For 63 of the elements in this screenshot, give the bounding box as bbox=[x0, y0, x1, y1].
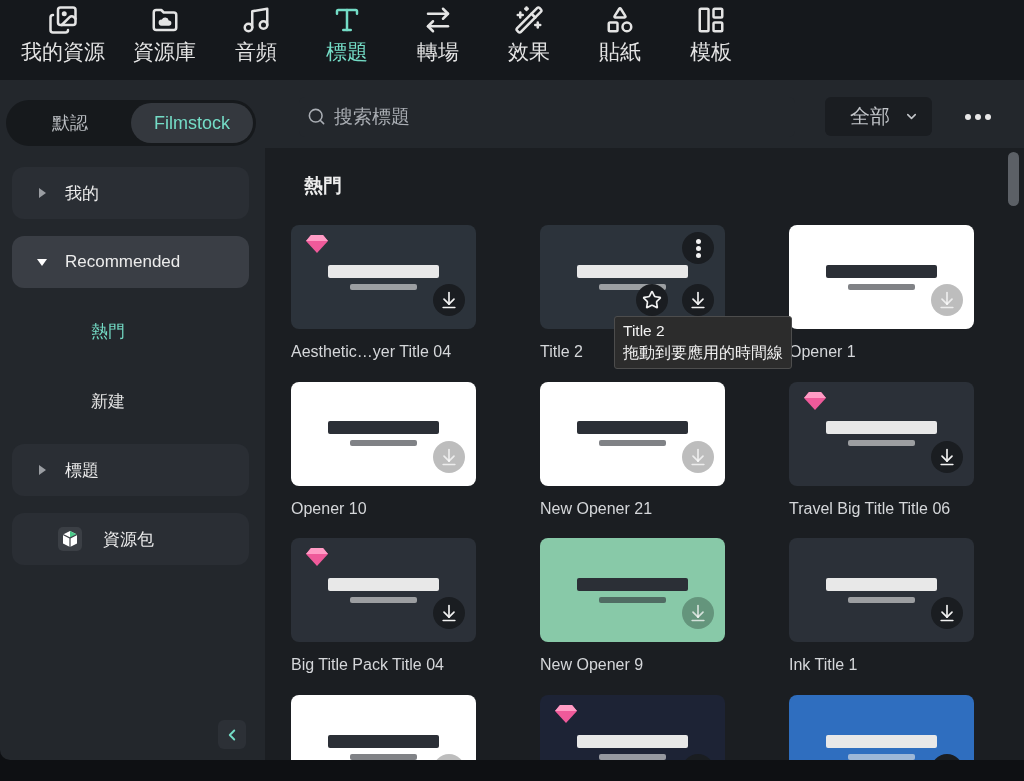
template-name: Travel Big Title Title 06 bbox=[789, 498, 951, 519]
images-icon bbox=[47, 5, 78, 35]
nav-tab[interactable]: 我的資源 bbox=[17, 0, 108, 80]
download-icon bbox=[937, 446, 957, 467]
template-thumbnail[interactable] bbox=[789, 381, 974, 486]
package-icon bbox=[58, 527, 82, 551]
template-thumbnail[interactable] bbox=[291, 225, 476, 329]
section-heading: 熱門 bbox=[304, 174, 342, 198]
nav-tab[interactable]: 資源庫 bbox=[119, 0, 210, 80]
download-button[interactable] bbox=[433, 284, 465, 316]
more-button[interactable] bbox=[682, 232, 714, 264]
template-thumbnail[interactable] bbox=[789, 225, 974, 329]
download-button[interactable] bbox=[682, 284, 714, 316]
nav-tab[interactable]: 效果 bbox=[483, 0, 574, 80]
music-note-icon bbox=[240, 5, 271, 35]
download-button[interactable] bbox=[433, 597, 465, 630]
download-icon bbox=[937, 603, 957, 624]
template-thumbnail[interactable] bbox=[540, 381, 725, 486]
download-icon bbox=[439, 446, 459, 467]
download-button[interactable] bbox=[931, 597, 963, 630]
download-icon bbox=[688, 603, 708, 624]
template-thumbnail[interactable] bbox=[291, 381, 476, 486]
sidebar-item[interactable]: Recommended bbox=[12, 236, 249, 288]
tooltip-title: Title 2 bbox=[623, 321, 666, 341]
sidebar-item[interactable]: 資源包 bbox=[12, 513, 249, 565]
download-icon bbox=[937, 290, 957, 310]
template-name: Opener 10 bbox=[291, 498, 367, 519]
scrollbar-thumb[interactable] bbox=[1008, 152, 1019, 206]
nav-tab[interactable]: 標題 bbox=[301, 0, 392, 80]
template-name: Aesthetic…yer Title 04 bbox=[291, 342, 452, 362]
sidebar-item[interactable]: 我的 bbox=[12, 167, 249, 219]
nav-tab[interactable]: 模板 bbox=[665, 0, 756, 80]
more-icon bbox=[695, 238, 701, 258]
collapse-sidebar-button[interactable] bbox=[218, 720, 246, 749]
download-icon bbox=[688, 290, 708, 310]
more-icon bbox=[965, 113, 991, 120]
source-tab[interactable]: Filmstock bbox=[131, 103, 253, 143]
template-thumbnail[interactable] bbox=[291, 538, 476, 643]
favorite-button[interactable] bbox=[636, 284, 668, 316]
download-icon bbox=[439, 603, 459, 624]
source-tab[interactable]: 默認 bbox=[9, 103, 131, 143]
nav-tab[interactable]: 貼紙 bbox=[574, 0, 665, 80]
template-thumbnail[interactable] bbox=[789, 538, 974, 643]
download-icon bbox=[688, 446, 708, 467]
template-name: Title 2 bbox=[540, 342, 583, 362]
template-thumbnail[interactable] bbox=[540, 538, 725, 643]
download-icon bbox=[439, 290, 459, 310]
download-button[interactable] bbox=[931, 440, 963, 473]
star-icon bbox=[642, 290, 662, 310]
sidebar-item[interactable]: 標題 bbox=[12, 444, 249, 496]
template-name: New Opener 21 bbox=[540, 498, 653, 519]
tooltip-text: 拖動到要應用的時間線 bbox=[623, 343, 783, 363]
filter-dropdown[interactable]: 全部 bbox=[825, 97, 932, 136]
template-name: Big Title Pack Title 04 bbox=[291, 655, 444, 676]
search-icon bbox=[307, 107, 326, 126]
template-name: Ink Title 1 bbox=[789, 655, 858, 676]
sidebar-subitem[interactable]: 熱門 bbox=[12, 296, 249, 366]
magic-wand-icon bbox=[513, 5, 544, 35]
nav-tab[interactable]: 轉場 bbox=[392, 0, 483, 80]
nav-tab[interactable]: 音頻 bbox=[210, 0, 301, 80]
sidebar-subitem[interactable]: 新建 bbox=[12, 366, 249, 436]
template-name: New Opener 9 bbox=[540, 655, 644, 676]
search-input[interactable]: 搜索標題 bbox=[334, 101, 795, 132]
